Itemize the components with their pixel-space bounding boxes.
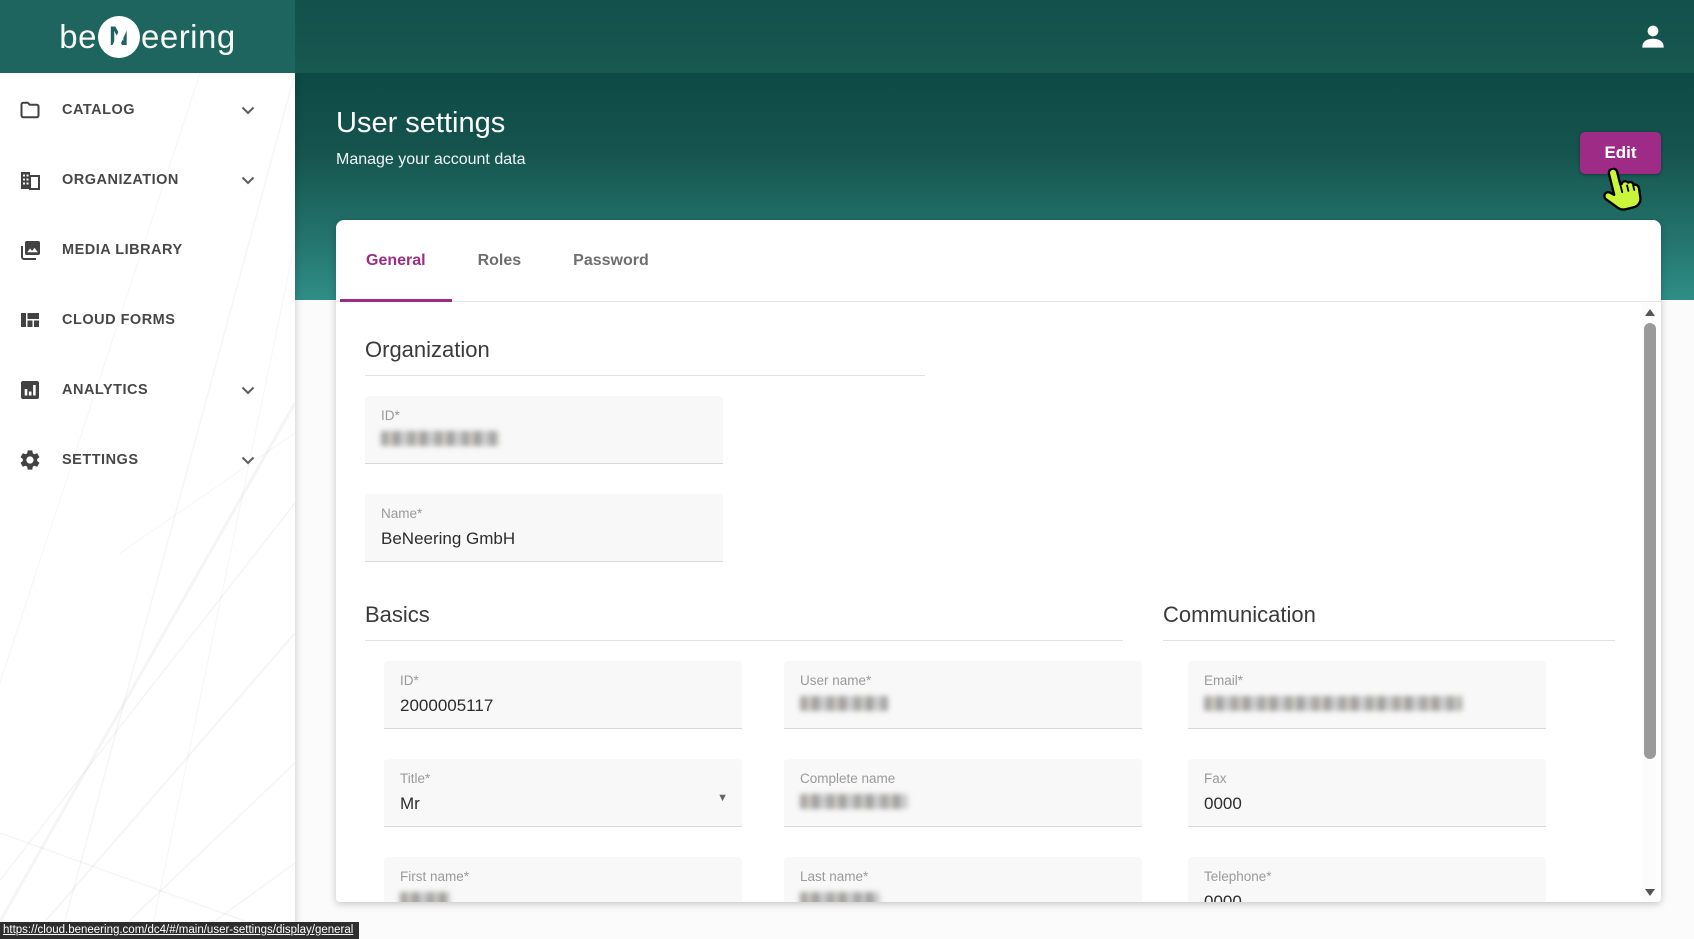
field-label: Telephone*	[1204, 869, 1272, 884]
tab-password[interactable]: Password	[547, 220, 675, 301]
user-account-icon[interactable]	[1638, 21, 1668, 51]
field-label: Email*	[1204, 673, 1244, 688]
sidebar-item-organization[interactable]: ORGANIZATION	[0, 145, 295, 215]
sidebar-item-label: CATALOG	[62, 102, 136, 118]
chevron-down-icon[interactable]	[241, 176, 255, 185]
sidebar-item-cloud-forms[interactable]: CLOUD FORMS	[0, 285, 295, 355]
sidebar-item-label: SETTINGS	[62, 452, 139, 468]
basics-communication-row: Basics ID* 2000005117 User name* Title* …	[365, 602, 1661, 902]
field-value-redacted	[800, 794, 1126, 814]
logo-suffix: eering	[140, 17, 236, 55]
logo-n-badge: N	[97, 15, 140, 58]
field-value-redacted	[800, 696, 1126, 716]
sidebar-item-catalog[interactable]: CATALOG	[0, 75, 295, 145]
chevron-down-icon[interactable]	[241, 106, 255, 115]
sidebar-item-label: MEDIA LIBRARY	[62, 242, 183, 258]
page-subtitle: Manage your account data	[336, 151, 526, 168]
section-title-organization: Organization	[365, 337, 490, 362]
scrollbar-thumb[interactable]	[1644, 323, 1656, 759]
field-label: Last name*	[800, 869, 869, 884]
redacted-value	[1204, 696, 1462, 711]
fax-field[interactable]: Fax 0000	[1188, 759, 1546, 827]
field-label: Name*	[381, 506, 423, 521]
dropdown-arrow-icon[interactable]: ▼	[717, 792, 728, 804]
photo-library-icon	[21, 241, 40, 260]
field-value: 0000	[1204, 892, 1242, 902]
first-name-field[interactable]: First name*	[384, 857, 742, 902]
redacted-value	[400, 892, 450, 902]
tab-roles[interactable]: Roles	[452, 220, 548, 301]
gear-icon	[20, 450, 40, 470]
user-settings-card: General Roles Password Organization ID* …	[336, 220, 1661, 902]
sidebar-item-label: ORGANIZATION	[62, 172, 179, 188]
organization-fields: ID* Name* BeNeering GmbH	[365, 396, 723, 562]
redacted-value	[381, 431, 499, 446]
section-title-basics: Basics	[365, 602, 430, 627]
title-select-field[interactable]: Title* Mr ▼	[384, 759, 742, 827]
field-label: User name*	[800, 673, 872, 688]
field-value-redacted	[400, 892, 726, 902]
org-id-field[interactable]: ID*	[365, 396, 723, 464]
field-value-redacted	[1204, 696, 1530, 716]
field-value: 2000005117	[400, 696, 494, 715]
basics-section-header: Basics	[365, 602, 1123, 641]
basics-fields: ID* 2000005117 User name* Title* Mr ▼ Co…	[365, 661, 1142, 902]
redacted-value	[800, 696, 888, 711]
scrollbar[interactable]	[1642, 303, 1658, 902]
field-label: ID*	[400, 673, 419, 688]
communication-section: Communication Email* Fax 0000 Telephone*…	[1163, 602, 1615, 902]
field-value: 0000	[1204, 794, 1242, 813]
complete-name-field[interactable]: Complete name	[784, 759, 1142, 827]
logo-wordmark: be N eering	[59, 15, 236, 58]
field-label: First name*	[400, 869, 470, 884]
sidebar-item-label: CLOUD FORMS	[62, 312, 176, 328]
link-status-bar: https://cloud.beneering.com/dc4/#/main/u…	[0, 922, 360, 939]
user-id-field[interactable]: ID* 2000005117	[384, 661, 742, 729]
field-label: Title*	[400, 771, 431, 786]
field-label: ID*	[381, 408, 400, 423]
sidebar-item-label: ANALYTICS	[62, 382, 149, 398]
field-value: BeNeering GmbH	[381, 529, 516, 548]
folder-icon	[20, 101, 40, 119]
status-url: https://cloud.beneering.com/dc4/#/main/u…	[3, 924, 354, 936]
field-label: Fax	[1204, 771, 1227, 786]
organization-section-header: Organization	[365, 337, 925, 376]
field-value-redacted	[381, 431, 707, 451]
tab-content-general: Organization ID* Name* BeNeering GmbH Ba…	[336, 303, 1661, 902]
top-bar-background	[295, 0, 1694, 73]
redacted-value	[800, 892, 880, 902]
scroll-down-icon[interactable]	[1645, 889, 1655, 896]
field-value: Mr	[400, 794, 420, 813]
chevron-down-icon[interactable]	[241, 386, 255, 395]
view-quilt-icon	[21, 313, 39, 327]
page-title: User settings	[336, 107, 506, 139]
user-name-field[interactable]: User name*	[784, 661, 1142, 729]
bar-chart-icon	[21, 381, 39, 399]
redacted-value	[800, 794, 908, 809]
tab-general[interactable]: General	[340, 220, 452, 302]
sidebar-item-analytics[interactable]: ANALYTICS	[0, 355, 295, 425]
sidebar-item-settings[interactable]: SETTINGS	[0, 425, 295, 495]
field-label: Complete name	[800, 771, 896, 786]
communication-section-header: Communication	[1163, 602, 1615, 641]
chevron-down-icon[interactable]	[241, 456, 255, 465]
sidebar-nav: CATALOG ORGANIZATION MEDIA LIBRARY CLOUD…	[0, 73, 295, 495]
tab-bar: General Roles Password	[336, 220, 1661, 302]
sidebar-item-media-library[interactable]: MEDIA LIBRARY	[0, 215, 295, 285]
logo-prefix: be	[59, 17, 97, 55]
app-logo[interactable]: be N eering	[0, 0, 295, 73]
field-value-redacted	[800, 892, 1126, 902]
section-title-communication: Communication	[1163, 602, 1316, 627]
email-field[interactable]: Email*	[1188, 661, 1546, 729]
last-name-field[interactable]: Last name*	[784, 857, 1142, 902]
top-bar: be N eering	[0, 0, 1694, 73]
communication-fields: Email* Fax 0000 Telephone* 0000	[1163, 661, 1615, 902]
telephone-field[interactable]: Telephone* 0000	[1188, 857, 1546, 902]
building-icon	[21, 172, 40, 190]
org-name-field[interactable]: Name* BeNeering GmbH	[365, 494, 723, 562]
scroll-up-icon[interactable]	[1645, 309, 1655, 316]
sidebar: CATALOG ORGANIZATION MEDIA LIBRARY CLOUD…	[0, 73, 295, 939]
basics-section: Basics ID* 2000005117 User name* Title* …	[365, 602, 1142, 902]
